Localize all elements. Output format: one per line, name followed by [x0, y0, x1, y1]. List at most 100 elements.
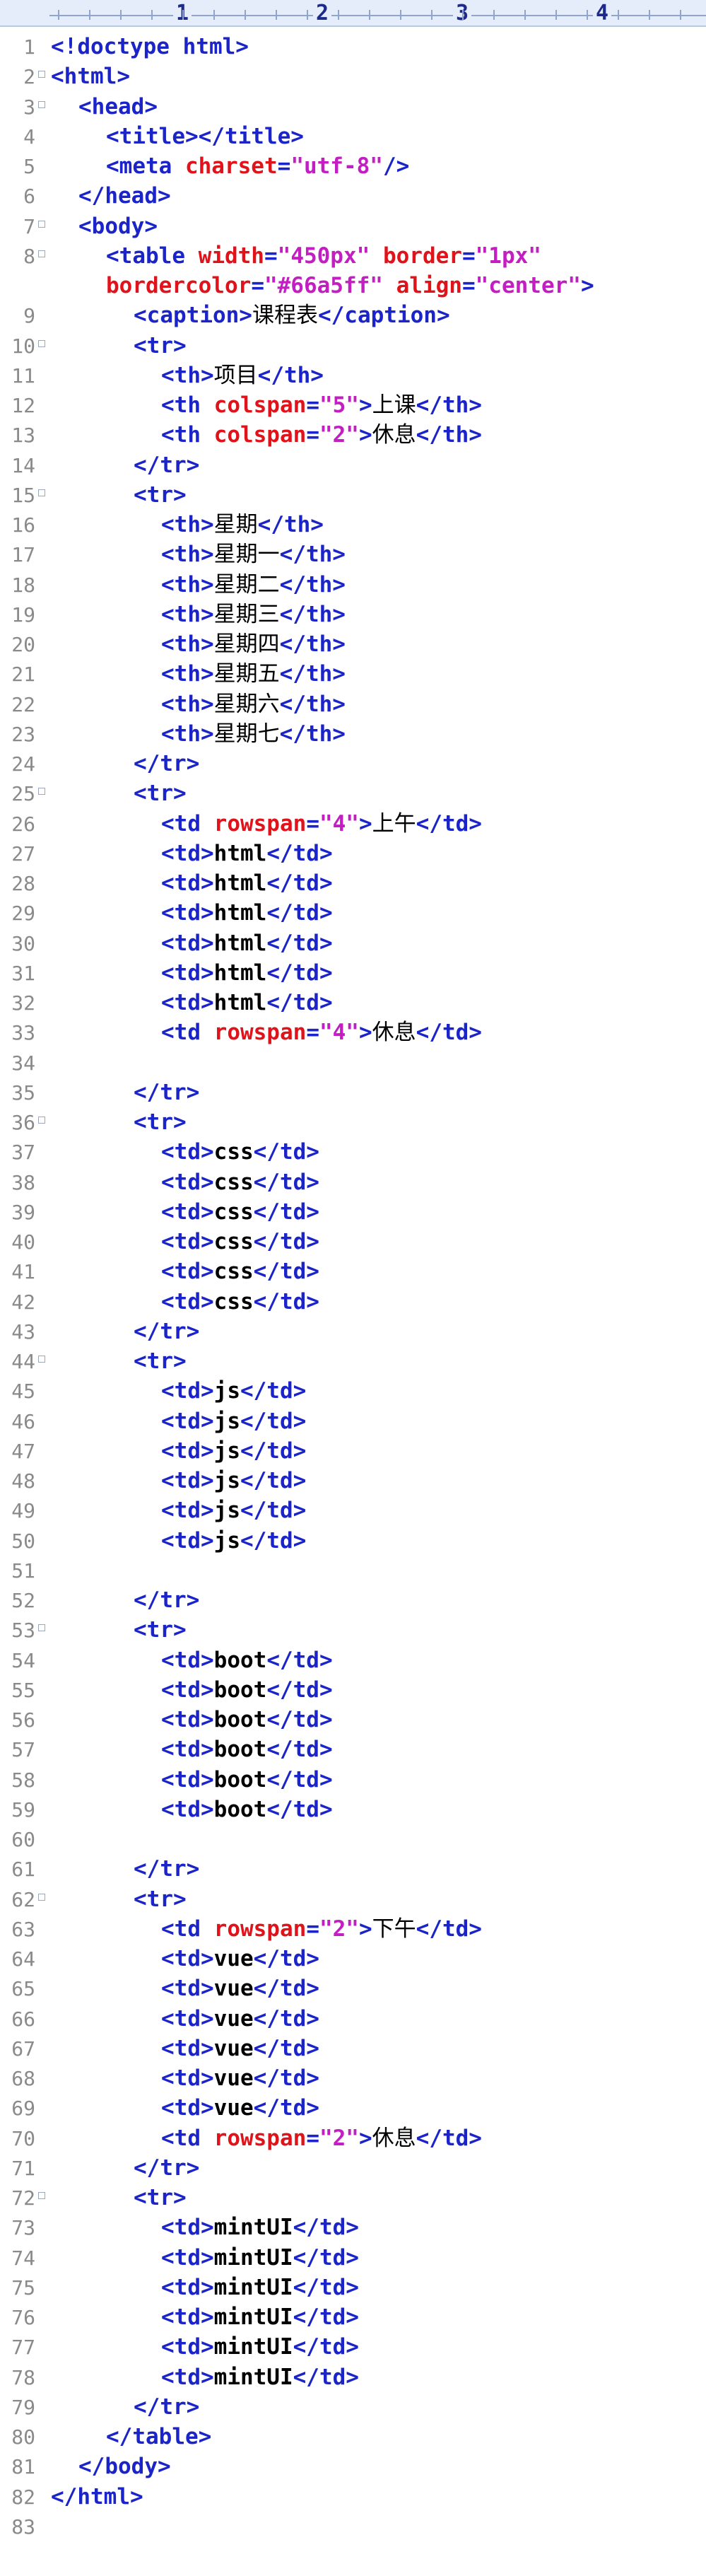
token-txt: 下午	[372, 1916, 416, 1942]
token-txt: 休息	[372, 422, 416, 448]
code-line: 74 <td>mintUI</td>	[0, 2243, 706, 2273]
token-txtm: css	[213, 1169, 254, 1195]
token-attr: rowspan	[213, 1916, 307, 1942]
ruler-tick	[618, 10, 619, 20]
code-text: <tr>	[134, 331, 187, 361]
code-text: <td>css</td>	[161, 1227, 319, 1257]
code-line: 83	[0, 2512, 706, 2542]
code-text: </tr>	[134, 2153, 199, 2184]
fold-marker-icon[interactable]	[38, 788, 45, 795]
token-txtm: js	[213, 1498, 240, 1524]
code-text: </tr>	[134, 1854, 199, 1884]
code-line: 68 <td>vue</td>	[0, 2063, 706, 2094]
fold-marker-icon[interactable]	[38, 220, 45, 228]
code-text: <th colspan="5">上课</th>	[161, 390, 482, 421]
ruler-tick	[307, 10, 308, 20]
token-attr: align	[396, 273, 462, 298]
line-number: 49	[11, 1499, 35, 1523]
line-number: 44	[11, 1350, 35, 1373]
token-txtm: mintUI	[213, 2364, 293, 2390]
code-text: <td rowspan="4">休息</td>	[161, 1018, 482, 1048]
code-text: <td>mintUI</td>	[161, 2332, 359, 2362]
code-text: <td>css</td>	[161, 1287, 319, 1317]
line-number: 40	[11, 1230, 35, 1254]
code-text: <td>vue</td>	[161, 1944, 319, 1974]
token-txtm: css	[213, 1288, 254, 1315]
code-text: <td>js</td>	[161, 1376, 306, 1406]
token-tag: </td>	[240, 1438, 307, 1464]
code-text: <td>mintUI</td>	[161, 2243, 359, 2273]
code-line: 51	[0, 1556, 706, 1586]
line-number: 65	[11, 1977, 35, 2001]
token-tag	[383, 273, 396, 298]
token-tag: <th	[161, 422, 214, 448]
fold-marker-icon[interactable]	[38, 339, 45, 347]
fold-marker-icon[interactable]	[38, 1356, 45, 1363]
token-tag: <tr>	[134, 781, 187, 807]
token-val: "#66a5ff"	[264, 273, 383, 298]
line-number: 46	[11, 1409, 35, 1433]
code-line: 63 <td rowspan="2">下午</td>	[0, 1914, 706, 1945]
token-txtm: js	[213, 1527, 240, 1554]
token-txtm: css	[213, 1139, 254, 1165]
line-number: 82	[11, 2485, 35, 2509]
fold-marker-icon[interactable]	[38, 71, 45, 78]
code-text: <td>vue</td>	[161, 2004, 319, 2034]
token-tag: <td	[161, 2125, 214, 2151]
fold-marker-icon[interactable]	[38, 489, 45, 496]
token-tag: </td>	[253, 1976, 319, 2002]
token-tag: </td>	[240, 1378, 307, 1404]
ruler-tick	[338, 10, 339, 20]
fold-marker-icon[interactable]	[38, 1117, 45, 1124]
code-text: <td rowspan="4">上午</td>	[161, 809, 482, 839]
code-line: 38 <td>css</td>	[0, 1167, 706, 1198]
code-line: 71 </tr>	[0, 2153, 706, 2184]
token-txtm: html	[213, 990, 267, 1015]
code-line: 57 <td>boot</td>	[0, 1735, 706, 1765]
code-line: 8 <table width="450px" border="1px"	[0, 241, 706, 272]
line-number: 51	[11, 1558, 35, 1583]
fold-marker-icon[interactable]	[38, 100, 45, 108]
line-number: 3	[23, 95, 35, 119]
ruler-tick	[58, 10, 59, 20]
fold-marker-icon[interactable]	[38, 250, 45, 257]
code-line: 42 <td>css</td>	[0, 1287, 706, 1317]
token-attr: width	[198, 243, 264, 269]
fold-marker-icon[interactable]	[38, 1893, 45, 1901]
line-number: 6	[23, 185, 35, 209]
token-tag: >	[358, 422, 372, 448]
code-text: <td>mintUI</td>	[161, 2213, 359, 2243]
token-tag: =	[264, 243, 278, 269]
code-line: 24 </tr>	[0, 749, 706, 779]
code-text: <td>js</td>	[161, 1466, 306, 1496]
code-line: 32 <td>html</td>	[0, 988, 706, 1018]
code-text: </tr>	[134, 2392, 199, 2423]
line-number: 48	[11, 1469, 35, 1493]
code-text: <tr>	[134, 1346, 187, 1377]
line-number: 42	[11, 1290, 35, 1314]
code-text: <meta charset="utf-8"/>	[106, 151, 409, 182]
token-tag: <td	[161, 1020, 214, 1046]
token-tag: <td>	[161, 1498, 214, 1524]
token-txtm: js	[213, 1468, 240, 1493]
code-line: 6 </head>	[0, 181, 706, 211]
code-text: <td>boot</td>	[161, 1645, 333, 1676]
token-val: "2"	[319, 422, 359, 448]
line-number: 15	[11, 483, 35, 507]
line-number: 11	[11, 363, 35, 387]
code-line: 82 </html>	[0, 2482, 706, 2512]
line-number: 38	[11, 1170, 35, 1194]
token-txt: 星期五	[213, 661, 280, 687]
fold-marker-icon[interactable]	[38, 2192, 45, 2199]
code-line: 47 <td>js</td>	[0, 1436, 706, 1467]
token-tag: </tr>	[134, 2394, 200, 2420]
fold-marker-icon[interactable]	[38, 1624, 45, 1632]
token-tag: <body>	[78, 213, 158, 239]
token-tag: <tr>	[134, 482, 187, 508]
token-tag: </caption>	[317, 303, 450, 329]
token-tag: <td>	[161, 1408, 214, 1434]
token-tag: <td>	[161, 1527, 214, 1554]
token-tag: <td>	[161, 2334, 214, 2360]
token-txtm: vue	[213, 2095, 254, 2121]
token-tag: =	[251, 273, 264, 298]
